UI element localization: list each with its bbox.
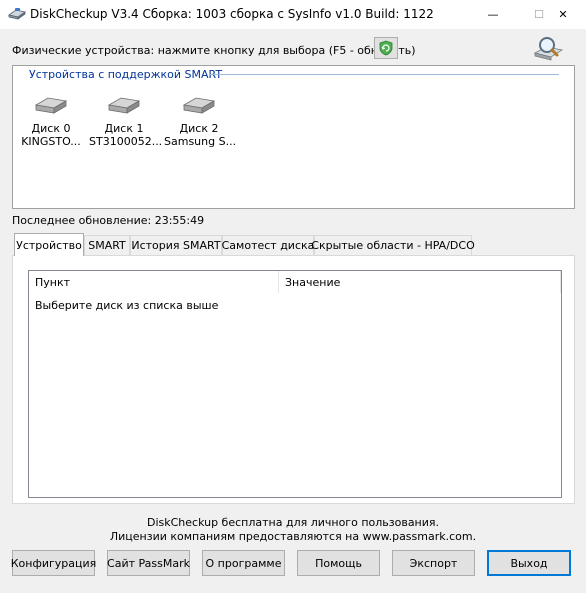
close-button[interactable]: ✕: [540, 0, 586, 29]
minimize-button[interactable]: —: [470, 0, 516, 29]
hard-drive-icon: [107, 97, 141, 114]
help-button[interactable]: Помощь: [297, 550, 380, 576]
details-list[interactable]: Пункт Значение Выберите диск из списка в…: [28, 270, 562, 498]
tab-self-test[interactable]: Самотест диска: [222, 235, 314, 255]
hard-drive-icon: [34, 97, 68, 114]
tab-smart[interactable]: SMART: [84, 235, 130, 255]
minimize-icon: —: [487, 8, 499, 21]
disk-model: Samsung S...: [164, 135, 237, 148]
tab-label: Скрытые области - HPA/DCO: [311, 239, 475, 252]
disk-model: ST3100052...: [89, 135, 163, 148]
devices-panel: Устройства с поддержкой SMART Диск 0 KIN…: [12, 65, 575, 209]
tab-label: История SMART: [131, 239, 221, 252]
column-header-item[interactable]: Пункт: [29, 271, 279, 293]
search-disk-icon[interactable]: [532, 34, 568, 64]
config-button[interactable]: Конфигурация: [11, 550, 96, 576]
column-label: Пункт: [35, 275, 71, 289]
device-disk-2[interactable]: Диск 2 Samsung S...: [164, 88, 237, 148]
tab-label: SMART: [88, 239, 126, 252]
column-label: Значение: [285, 275, 341, 289]
refresh-button[interactable]: [374, 37, 398, 59]
tab-label: Устройство: [16, 238, 82, 252]
footer-license-notice: Лицензии компаниям предоставляются на ww…: [109, 530, 477, 543]
tab-hidden-areas[interactable]: Скрытые области - HPA/DCO: [311, 235, 475, 255]
passmark-site-button[interactable]: Сайт PassMark: [107, 550, 190, 576]
device-disk-0[interactable]: Диск 0 KINGSTO...: [16, 88, 86, 148]
device-disk-1[interactable]: Диск 1 ST3100052...: [89, 88, 163, 148]
tab-panel: Пункт Значение Выберите диск из списка в…: [12, 255, 575, 504]
last-update-label: Последнее обновление: 23:55:49: [12, 214, 205, 227]
export-button[interactable]: Экспорт: [392, 550, 475, 576]
list-placeholder-message: Выберите диск из списка выше: [35, 299, 219, 312]
hard-drive-icon: [182, 97, 216, 114]
group-divider: [209, 74, 559, 75]
window-title: DiskCheckup V3.4 Сборка: 1003 сборка с S…: [30, 7, 434, 21]
tab-label: Самотест диска: [221, 239, 315, 252]
refresh-shield-icon: [379, 40, 393, 56]
physical-devices-label: Физические устройства: нажмите кнопку дл…: [12, 44, 416, 57]
close-icon: ✕: [558, 8, 568, 21]
column-header-value[interactable]: Значение: [279, 271, 561, 293]
tab-smart-history[interactable]: История SMART: [130, 235, 222, 255]
tab-device[interactable]: Устройство: [14, 233, 84, 256]
disk-name: Диск 2: [179, 122, 219, 135]
smart-group-title: Устройства с поддержкой SMART: [25, 68, 227, 81]
disk-name: Диск 1: [104, 122, 144, 135]
title-bar: DiskCheckup V3.4 Сборка: 1003 сборка с S…: [0, 0, 586, 29]
disk-name: Диск 0: [31, 122, 71, 135]
about-button[interactable]: О программе: [202, 550, 285, 576]
disk-model: KINGSTO...: [21, 135, 81, 148]
exit-button[interactable]: Выход: [487, 550, 571, 576]
app-disk-icon: [8, 8, 26, 20]
footer-free-notice: DiskCheckup бесплатна для личного пользо…: [146, 516, 440, 529]
